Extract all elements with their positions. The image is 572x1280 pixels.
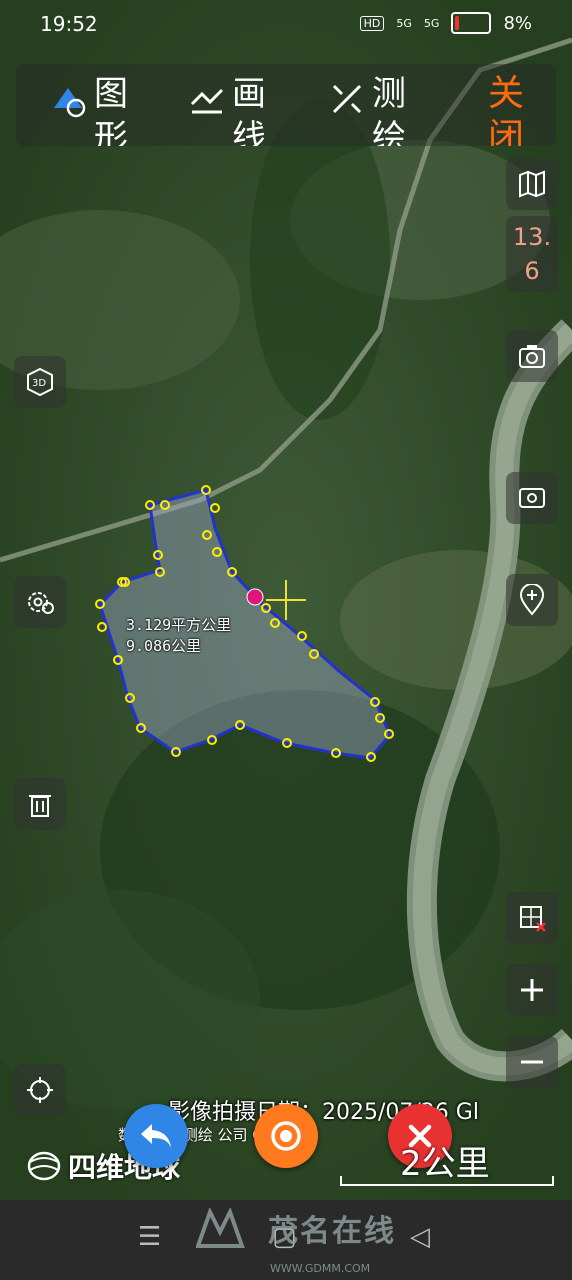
map-layer-button[interactable]: [506, 158, 558, 210]
location-pin-icon[interactable]: [246, 588, 264, 606]
undo-arrow-icon: [141, 1124, 171, 1148]
delete-button[interactable]: [14, 778, 66, 830]
shape-tool-button[interactable]: 图形: [50, 72, 130, 146]
hd-indicator: HD: [359, 15, 385, 31]
add-point-button[interactable]: [254, 1104, 318, 1168]
measure-toolbar: 图形 画线 测绘 关闭: [16, 64, 556, 146]
signal-icon-2: 5G: [423, 16, 440, 30]
menu-icon[interactable]: ☰: [138, 1222, 161, 1252]
gear-icon: [28, 592, 54, 614]
status-time: 19:52: [40, 12, 98, 36]
add-marker-button[interactable]: [506, 574, 558, 626]
globe-logo-icon: [27, 1151, 61, 1181]
zoom-in-button[interactable]: [506, 964, 558, 1016]
scale-bar: [340, 1176, 554, 1186]
svg-text:3D: 3D: [32, 378, 46, 389]
settings-button[interactable]: [14, 576, 66, 628]
signal-icon: 5G: [396, 16, 412, 30]
status-bar: 19:52 HD 5G 5G 8%: [0, 0, 572, 50]
3d-view-button[interactable]: 3D: [14, 356, 66, 408]
trash-icon: [29, 795, 51, 817]
close-button[interactable]: 关闭: [488, 72, 528, 146]
rotate-camera-icon: [519, 488, 545, 508]
satellite-map[interactable]: [0, 0, 572, 1200]
rotate-view-button[interactable]: [506, 472, 558, 524]
locate-me-button[interactable]: [14, 1064, 66, 1116]
battery-icon: [451, 12, 492, 34]
ruler-pencil-icon: [332, 84, 362, 114]
line-chart-icon: [190, 88, 224, 114]
back-icon[interactable]: ◁: [410, 1222, 430, 1252]
area-measurement: 3.129平方公里: [126, 616, 232, 634]
zoom-level-display: 13.6: [506, 216, 558, 292]
grid-delete-icon: [520, 906, 546, 932]
minus-icon: [521, 1060, 543, 1064]
screenshot-button[interactable]: [506, 330, 558, 382]
watermark-url: WWW.GDMM.COM: [270, 1262, 371, 1275]
draw-line-label: 画线: [232, 74, 266, 146]
shape-icon: [54, 88, 86, 118]
add-pin-icon: [519, 584, 545, 616]
perimeter-measurement: 9.086公里: [126, 637, 202, 655]
survey-label: 测绘: [372, 74, 406, 146]
crosshair-locate-icon: [27, 1077, 53, 1103]
draw-line-button[interactable]: 画线: [188, 72, 268, 146]
status-indicators: HD 5G 5G 8%: [359, 12, 532, 34]
target-icon: [271, 1121, 301, 1151]
survey-button[interactable]: 测绘: [328, 72, 408, 146]
map-icon: [519, 170, 545, 198]
watermark-text: 茂名在线: [268, 1214, 396, 1249]
watermark: 茂名在线: [196, 1206, 396, 1250]
clear-layer-button[interactable]: [506, 892, 558, 944]
plus-icon: [521, 979, 543, 1001]
3d-cube-icon: 3D: [27, 367, 53, 397]
watermark-logo-icon: [196, 1208, 245, 1248]
camera-icon: [519, 345, 545, 368]
battery-percent: 8%: [503, 12, 532, 34]
shape-tool-label: 图形: [94, 74, 128, 146]
undo-button[interactable]: [124, 1104, 188, 1168]
zoom-out-button[interactable]: [506, 1036, 558, 1088]
